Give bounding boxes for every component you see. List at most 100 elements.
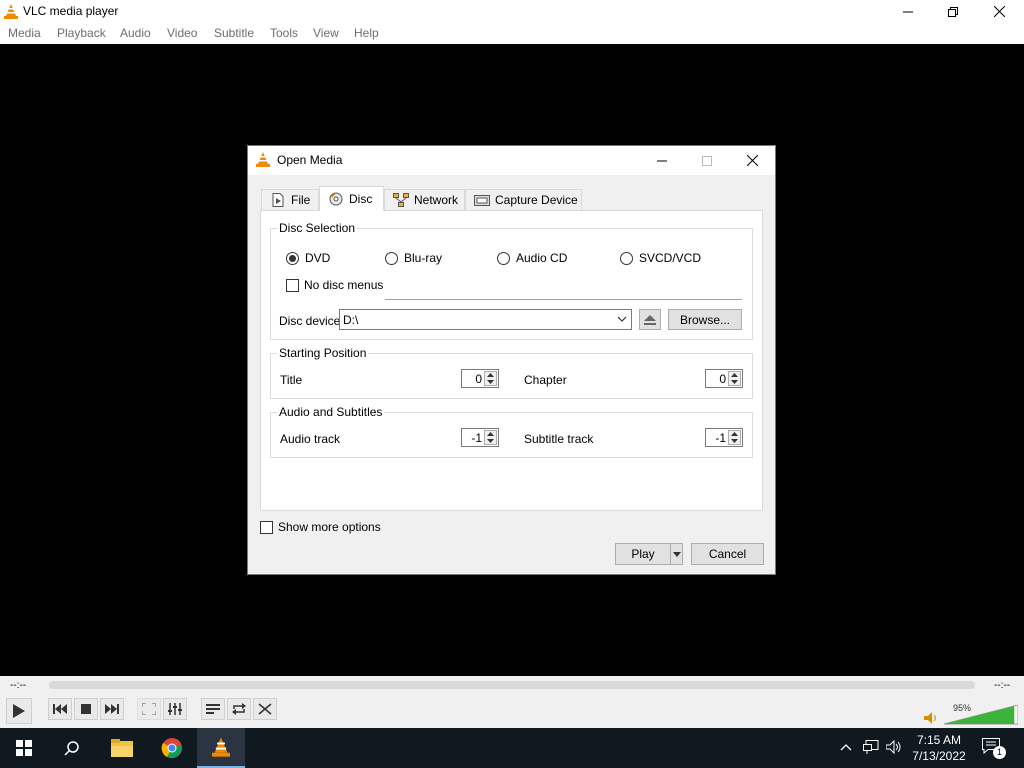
play-button[interactable]: Play: [615, 543, 671, 565]
search-icon: [64, 741, 79, 756]
dialog-titlebar: Open Media: [248, 146, 775, 175]
no-disc-menus-box: [286, 278, 299, 292]
shuffle-button[interactable]: [253, 698, 277, 720]
play-button-label: Play: [631, 547, 655, 561]
close-icon: [993, 6, 1005, 17]
cancel-button[interactable]: Cancel: [691, 543, 764, 565]
restore-button[interactable]: [930, 0, 976, 23]
menu-media[interactable]: Media: [8, 26, 41, 40]
extended-settings-button[interactable]: [163, 698, 187, 720]
spin-arrows-icon[interactable]: [484, 430, 497, 445]
radio-svcd-vcd-indicator: [620, 251, 633, 265]
radio-audio-cd[interactable]: Audio CD: [497, 251, 567, 265]
browse-button[interactable]: Browse...: [668, 309, 742, 330]
radio-dvd[interactable]: DVD: [286, 251, 330, 265]
chevron-up-icon[interactable]: [840, 743, 852, 751]
network-tray-icon[interactable]: [863, 740, 879, 754]
subtitle-track-spinbox[interactable]: -1: [705, 428, 743, 447]
fullscreen-icon: [142, 703, 156, 715]
tab-network[interactable]: Network: [384, 189, 465, 210]
radio-svcd-vcd[interactable]: SVCD/VCD: [620, 251, 701, 265]
disc-tab-panel: Disc Selection DVD Blu-ray Audio CD SVCD…: [260, 210, 763, 511]
eject-button[interactable]: [639, 309, 661, 330]
close-button[interactable]: [976, 0, 1022, 23]
show-more-options-checkbox[interactable]: Show more options: [260, 520, 381, 534]
eject-icon: [644, 314, 656, 325]
radio-bluray[interactable]: Blu-ray: [385, 251, 442, 265]
restore-icon: [948, 6, 958, 17]
tab-file[interactable]: File: [261, 189, 319, 210]
playlist-icon: [206, 704, 220, 714]
start-button[interactable]: [0, 728, 48, 768]
tab-disc[interactable]: Disc: [319, 186, 384, 211]
menu-bar: Media Playback Audio Video Subtitle Tool…: [0, 23, 1024, 44]
maximize-icon: [702, 155, 712, 166]
total-time: --:--: [994, 680, 1011, 691]
tab-network-label: Network: [414, 193, 459, 207]
radio-dvd-label: DVD: [305, 251, 331, 265]
play-dropdown-button[interactable]: [670, 543, 683, 565]
previous-button[interactable]: [48, 698, 72, 720]
dialog-minimize-button[interactable]: [639, 146, 685, 175]
seek-bar[interactable]: [49, 681, 975, 689]
no-disc-menus-checkbox[interactable]: No disc menus: [286, 278, 383, 292]
elapsed-time: --:--: [10, 680, 27, 691]
menu-tools[interactable]: Tools: [270, 26, 298, 40]
vlc-taskbar-button[interactable]: [197, 728, 245, 768]
no-disc-menus-label: No disc menus: [304, 278, 384, 292]
radio-svcd-vcd-label: SVCD/VCD: [639, 251, 702, 265]
search-button[interactable]: [48, 728, 96, 768]
fullscreen-button[interactable]: [137, 698, 161, 720]
menu-help[interactable]: Help: [354, 26, 379, 40]
file-icon: [270, 193, 286, 207]
stop-button[interactable]: [74, 698, 98, 720]
disc-icon: [328, 192, 344, 206]
dialog-title: Open Media: [277, 153, 343, 167]
notification-center-button[interactable]: 1: [982, 738, 1006, 759]
chapter-spinbox[interactable]: 0: [705, 369, 743, 388]
disc-device-combo[interactable]: D:\: [339, 309, 632, 330]
menu-view[interactable]: View: [313, 26, 339, 40]
menu-video[interactable]: Video: [167, 26, 197, 40]
volume-slider[interactable]: [944, 705, 1018, 725]
playback-controls: --:-- --:-- 95%: [0, 676, 1024, 728]
play-pause-button[interactable]: [6, 698, 32, 724]
loop-button[interactable]: [227, 698, 251, 720]
window-title: VLC media player: [23, 4, 119, 18]
taskbar-clock[interactable]: 7:15 AM 7/13/2022: [905, 732, 973, 764]
playlist-button[interactable]: [201, 698, 225, 720]
spin-arrows-icon[interactable]: [728, 430, 741, 445]
spin-arrows-icon[interactable]: [484, 371, 497, 386]
radio-audio-cd-indicator: [497, 251, 510, 265]
notification-badge: 1: [993, 746, 1006, 759]
dialog-close-button[interactable]: [729, 146, 775, 175]
radio-audio-cd-label: Audio CD: [516, 251, 568, 265]
subtitle-track-value: -1: [715, 431, 726, 445]
chapter-label: Chapter: [524, 373, 567, 387]
disc-device-label: Disc device: [279, 314, 341, 328]
radio-bluray-indicator: [385, 251, 398, 265]
browse-button-label: Browse...: [679, 312, 730, 327]
audio-track-spinbox[interactable]: -1: [461, 428, 499, 447]
file-explorer-button[interactable]: [98, 728, 146, 768]
open-media-dialog: Open Media File Disc Network Capture Dev…: [247, 145, 776, 575]
chrome-icon: [161, 738, 182, 759]
menu-audio[interactable]: Audio: [120, 26, 151, 40]
menu-playback[interactable]: Playback: [57, 26, 106, 40]
next-button[interactable]: [100, 698, 124, 720]
spin-arrows-icon[interactable]: [728, 371, 741, 386]
title-spinbox[interactable]: 0: [461, 369, 499, 388]
chrome-button[interactable]: [148, 728, 196, 768]
radio-dvd-indicator: [286, 251, 299, 265]
minimize-button[interactable]: [885, 0, 931, 23]
menu-subtitle[interactable]: Subtitle: [214, 26, 254, 40]
dialog-maximize-button: [684, 146, 730, 175]
subtitle-track-label: Subtitle track: [524, 432, 594, 446]
stop-icon: [81, 704, 91, 714]
radio-bluray-label: Blu-ray: [404, 251, 443, 265]
clock-time: 7:15 AM: [916, 733, 962, 747]
volume-tray-icon[interactable]: [886, 740, 902, 754]
capture-device-icon: [474, 193, 490, 207]
speaker-icon[interactable]: [924, 712, 938, 724]
tab-capture-device[interactable]: Capture Device: [465, 189, 582, 210]
